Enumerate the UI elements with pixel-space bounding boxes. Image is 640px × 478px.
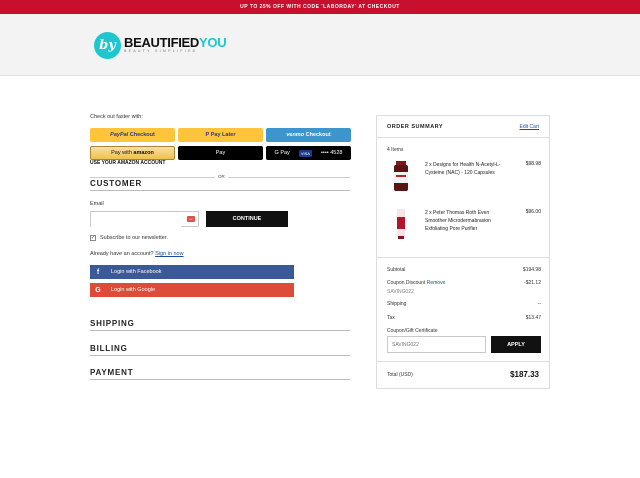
promo-banner: UP TO 25% OFF WITH CODE 'LABORDAY' AT CH… — [0, 0, 640, 14]
express-pay-row-2: Pay with amazon Pay G Pay VISA •••• 4528 — [90, 146, 351, 160]
subscribe-checkbox[interactable]: ✓ — [90, 235, 96, 241]
order-total: Total (USD) $187.33 — [377, 361, 549, 379]
subscribe-row[interactable]: ✓ Subscribe to our newsletter. — [90, 235, 168, 241]
shipping-row: Shipping -- — [387, 301, 541, 307]
venmo-checkout-button[interactable]: venmo Checkout — [266, 128, 351, 142]
product-tube-image — [397, 209, 405, 239]
shipping-value: -- — [537, 301, 541, 307]
product-bottle-image — [394, 161, 408, 191]
email-label: Email — [90, 201, 104, 207]
total-value: $187.33 — [510, 370, 539, 379]
visa-card-icon: VISA — [298, 149, 312, 157]
apple-icon: Pay — [215, 150, 226, 156]
total-label: Total (USD) — [387, 372, 413, 378]
subtotal-value: $194.98 — [522, 267, 541, 273]
paypal-checkout-button[interactable]: PayPal Checkout — [90, 128, 175, 142]
brand-tagline: BEAUTY SIMPLIFIED — [124, 49, 198, 53]
subscribe-label: Subscribe to our newsletter. — [100, 235, 168, 241]
apply-coupon-button[interactable]: APPLY — [491, 336, 541, 353]
paypal-icon: P — [205, 132, 210, 138]
continue-button[interactable]: CONTINUE — [206, 211, 288, 227]
applied-coupon-code: SAVING022 — [387, 289, 414, 295]
logo-mark-icon: by — [94, 31, 121, 59]
shipping-section-title[interactable]: SHIPPING — [90, 319, 350, 331]
apple-pay-button[interactable]: Pay — [178, 146, 263, 160]
sign-in-link[interactable]: Sign in now — [155, 251, 183, 257]
order-summary-header: ORDER SUMMARY Edit Cart — [377, 116, 549, 138]
email-field-wrapper: ••• — [90, 211, 199, 231]
site-header: by BEAUTIFIEDYOU BEAUTY SIMPLIFIED — [0, 14, 640, 76]
subtotal-row: Subtotal $194.98 — [387, 267, 541, 273]
item-price: $96.00 — [525, 209, 541, 215]
order-summary-panel: ORDER SUMMARY Edit Cart 4 Items 2 x Desi… — [376, 115, 550, 389]
remove-coupon-link[interactable]: Remove — [427, 280, 446, 286]
payment-section-title[interactable]: PAYMENT — [90, 368, 350, 380]
express-checkout-label: Check out faster with: — [90, 114, 143, 120]
email-field[interactable] — [91, 217, 181, 231]
google-pay-icon: G Pay — [274, 150, 290, 156]
billing-section-title[interactable]: BILLING — [90, 344, 350, 356]
items-count: 4 Items — [387, 147, 404, 153]
account-prompt-row: Already have an account? Sign in now — [90, 251, 184, 257]
amazon-pay-button[interactable]: Pay with amazon — [90, 146, 175, 160]
autofill-icon[interactable]: ••• — [187, 216, 195, 222]
coupon-row: Coupon Discount Remove -$21.12 — [387, 280, 541, 286]
order-summary-title: ORDER SUMMARY — [387, 124, 444, 130]
checkout-main: Check out faster with: PayPal Checkout P… — [90, 114, 351, 380]
item-price: $98.98 — [525, 161, 541, 167]
tax-row: Tax $13.47 — [387, 315, 541, 321]
card-digits: •••• 4528 — [321, 150, 343, 156]
facebook-login-button[interactable]: f Login with Facebook — [90, 265, 294, 279]
amazon-caption: USE YOUR AMAZON ACCOUNT — [90, 160, 166, 166]
item-name: 2 x Designs for Health N-Acetyl-L-Cystei… — [425, 162, 501, 176]
brand-name: BEAUTIFIEDYOU — [124, 35, 227, 50]
account-prompt: Already have an account? — [90, 251, 154, 257]
paypal-paylater-button[interactable]: P Pay Later — [178, 128, 263, 142]
edit-cart-link[interactable]: Edit Cart — [520, 124, 539, 130]
gift-certificate-label: Coupon/Gift Certificate — [387, 328, 438, 334]
order-totals: Subtotal $194.98 Coupon Discount Remove -… — [377, 257, 549, 379]
google-pay-button[interactable]: G Pay VISA •••• 4528 — [266, 146, 351, 160]
facebook-icon: f — [96, 268, 100, 276]
google-login-button[interactable]: G Login with Google — [90, 283, 294, 297]
google-icon: G — [95, 286, 101, 294]
tax-value: $13.47 — [525, 315, 541, 321]
express-pay-row-1: PayPal Checkout P Pay Later venmo Checko… — [90, 128, 351, 142]
brand-logo[interactable]: by BEAUTIFIEDYOU BEAUTY SIMPLIFIED — [94, 31, 227, 59]
coupon-value: -$21.12 — [524, 280, 541, 286]
coupon-code-input[interactable] — [387, 336, 486, 353]
item-name: 2 x Peter Thomas Roth Even Smoother Micr… — [425, 210, 491, 232]
promo-text: UP TO 25% OFF WITH CODE 'LABORDAY' AT CH… — [240, 4, 400, 10]
customer-section-title: CUSTOMER — [90, 179, 350, 191]
